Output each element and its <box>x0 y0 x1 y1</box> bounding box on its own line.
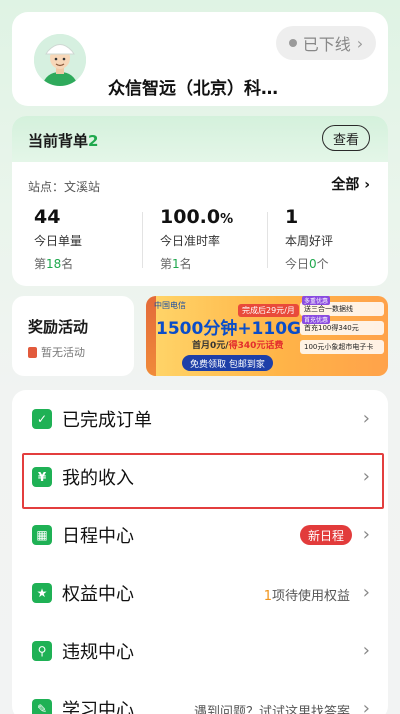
help-hint-text: 遇到问题？试试这里找答案 <box>193 705 350 714</box>
orders-title-text: 当前背单 <box>28 132 89 150</box>
divider <box>267 212 268 268</box>
stat-rank: 今日0个 <box>285 257 329 271</box>
chevron-right-icon: › <box>362 582 370 603</box>
new-schedule-badge: 新日程 <box>299 525 352 545</box>
station-name: 文溪站 <box>64 180 101 194</box>
view-orders-button[interactable]: 查看 <box>322 125 370 151</box>
stat-today-orders[interactable]: 44 今日单量 第18名 <box>34 206 144 272</box>
stat-value: 1 <box>285 206 299 228</box>
all-stats-link[interactable]: 全部 › <box>331 174 370 194</box>
status-dot-icon <box>288 39 297 47</box>
avatar[interactable] <box>34 34 86 86</box>
banner-side-row: 首充优惠 首充100得340元 <box>300 315 384 335</box>
menu-item-benefits-center[interactable]: ★ 权益中心 1项待使用权益 › <box>12 564 388 622</box>
chevron-right-icon: › <box>362 524 370 545</box>
chevron-right-icon: › <box>356 33 364 53</box>
stat-ontime-rate[interactable]: 100.0% 今日准时率 第1名 <box>160 206 270 272</box>
rewards-title: 奖励活动 <box>28 318 89 336</box>
orders-count: 2 <box>88 132 99 150</box>
menu-item-label: 日程中心 <box>62 526 134 547</box>
menu-item-label: 权益中心 <box>62 584 134 605</box>
menu-item-label: 我的收入 <box>62 468 134 489</box>
chevron-right-icon: › <box>362 408 370 429</box>
menu-item-violation-center[interactable]: ⚲ 违规中心 › <box>12 622 388 680</box>
online-status-toggle[interactable]: 已下线 › <box>276 26 376 60</box>
banner-side-row: 100元小象超市电子卡 <box>300 340 384 354</box>
promo-banner[interactable]: 中国电信 完成后29元/月 1500分钟+110G 首月0元/得340元话费 免… <box>146 296 388 376</box>
menu-item-label: 已完成订单 <box>62 410 152 431</box>
stat-label: 今日准时率 <box>160 234 221 248</box>
profile-card: 众信智远（北京）科… 已下线 › <box>12 12 388 106</box>
ticket-icon <box>28 346 37 358</box>
banner-side-list: 多重优惠 送三合一数据线 首充优惠 首充100得340元 100元小象超市电子卡 <box>300 296 384 370</box>
stat-label: 今日单量 <box>34 234 83 248</box>
income-wallet-icon: ¥ <box>32 467 52 487</box>
stat-rank: 第1名 <box>160 257 192 271</box>
divider <box>142 212 143 268</box>
courier-avatar-icon <box>34 34 86 86</box>
rewards-subtitle: 暂无活动 <box>28 344 85 360</box>
chevron-right-icon: › <box>364 177 370 193</box>
pending-benefits-text: 1项待使用权益 <box>263 589 350 604</box>
station-prefix: 站点： <box>28 180 65 194</box>
banner-cta-button[interactable]: 免费领取 包邮到家 <box>182 355 273 371</box>
rewards-subtitle-text: 暂无活动 <box>41 346 85 359</box>
current-orders-card: 当前背单2 查看 站点：文溪站 全部 › 44 今日单量 第18名 100.0%… <box>12 116 388 286</box>
orders-header: 当前背单2 查看 <box>12 116 388 162</box>
calendar-icon: ▦ <box>32 525 52 545</box>
carrier-logo: 中国电信 <box>154 301 186 310</box>
menu-item-label: 学习中心 <box>62 700 134 714</box>
stat-value: 100.0% <box>160 206 234 228</box>
menu-item-label: 违规中心 <box>62 642 134 663</box>
menu-item-schedule-center[interactable]: ▦ 日程中心 新日程 › <box>12 506 388 564</box>
book-icon: ✎ <box>32 699 52 714</box>
stat-weekly-praise[interactable]: 1 本周好评 今日0个 <box>285 206 388 272</box>
menu-item-my-income[interactable]: ¥ 我的收入 › <box>12 448 388 506</box>
stat-rank: 第18名 <box>34 257 74 271</box>
rewards-card[interactable]: 奖励活动 暂无活动 <box>12 296 134 376</box>
menu-list: ✓ 已完成订单 › ¥ 我的收入 › ▦ 日程中心 新日程 › ★ 权益中心 1… <box>12 390 388 714</box>
menu-item-learning-center[interactable]: ✎ 学习中心 遇到问题？试试这里找答案 › <box>12 680 388 714</box>
station-label: 站点：文溪站 <box>28 178 100 195</box>
status-text: 已下线 <box>302 35 351 54</box>
search-doc-icon: ⚲ <box>32 641 52 661</box>
chevron-right-icon: › <box>362 466 370 487</box>
chevron-right-icon: › <box>362 640 370 661</box>
company-name: 众信智远（北京）科… <box>108 79 278 99</box>
stat-value: 44 <box>34 206 61 228</box>
chevron-right-icon: › <box>362 698 370 714</box>
all-label: 全部 <box>331 177 360 193</box>
banner-headline: 1500分钟+110G <box>156 319 301 339</box>
stat-label: 本周好评 <box>285 234 334 248</box>
orders-title: 当前背单2 <box>28 130 98 151</box>
star-badge-icon: ★ <box>32 583 52 603</box>
banner-offer: 首月0元/得340元话费 <box>192 341 284 351</box>
check-square-icon: ✓ <box>32 409 52 429</box>
banner-side-row: 多重优惠 送三合一数据线 <box>300 296 384 316</box>
menu-item-completed-orders[interactable]: ✓ 已完成订单 › <box>12 390 388 448</box>
